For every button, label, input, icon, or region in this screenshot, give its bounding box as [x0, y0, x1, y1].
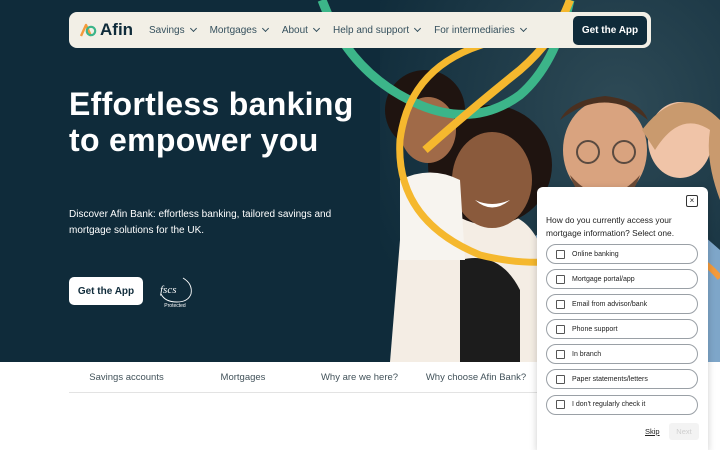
- chevron-down-icon: [414, 24, 422, 33]
- top-nav: Afin Savings Mortgages About Help and su…: [69, 12, 651, 48]
- afin-logo-icon: [79, 23, 97, 37]
- chevron-down-icon: [189, 24, 197, 33]
- survey-option-label: Paper statements/letters: [572, 375, 648, 383]
- checkbox-icon[interactable]: [556, 249, 565, 259]
- nav-item-label: For intermediaries: [434, 24, 515, 36]
- get-the-app-hero-button[interactable]: Get the App: [69, 277, 143, 305]
- checkbox-icon[interactable]: [556, 299, 565, 309]
- survey-option-label: Phone support: [572, 325, 618, 333]
- checkbox-icon[interactable]: [556, 374, 565, 384]
- close-icon[interactable]: ×: [686, 195, 698, 207]
- survey-question: How do you currently access your mortgag…: [546, 215, 675, 238]
- nav-menu: Savings Mortgages About Help and support…: [149, 25, 573, 36]
- fscs-protected-label: Protected: [164, 303, 186, 309]
- skip-link[interactable]: Skip: [645, 427, 660, 436]
- subnav-item-why-are-we-here[interactable]: Why are we here?: [302, 362, 417, 392]
- survey-option-label: Mortgage portal/app: [572, 275, 635, 283]
- subnav-item-mortgages[interactable]: Mortgages: [184, 362, 302, 392]
- checkbox-icon[interactable]: [556, 324, 565, 334]
- survey-option-in-branch[interactable]: In branch: [546, 344, 698, 365]
- nav-item-about[interactable]: About: [281, 24, 321, 36]
- nav-item-label: About: [281, 24, 308, 36]
- subnav-item-savings-accounts[interactable]: Savings accounts: [69, 362, 184, 392]
- get-the-app-nav-button[interactable]: Get the App: [573, 15, 647, 45]
- nav-item-label: Mortgages: [209, 24, 257, 36]
- survey-option-label: Email from advisor/bank: [572, 300, 648, 308]
- nav-item-label: Savings: [149, 24, 185, 36]
- nav-item-label: Help and support: [332, 24, 410, 36]
- next-button[interactable]: Next: [669, 423, 699, 440]
- survey-popup: × How do you currently access your mortg…: [537, 187, 708, 450]
- survey-option-email-advisor[interactable]: Email from advisor/bank: [546, 294, 698, 315]
- chevron-down-icon: [312, 24, 321, 33]
- survey-option-label: I don't regularly check it: [572, 401, 646, 409]
- survey-options: Online banking Mortgage portal/app Email…: [546, 244, 698, 420]
- survey-option-mortgage-portal[interactable]: Mortgage portal/app: [546, 269, 698, 290]
- logo-text: Afin: [100, 20, 134, 39]
- subnav-item-why-choose-afin[interactable]: Why choose Afin Bank?: [417, 362, 535, 392]
- survey-option-dont-check[interactable]: I don't regularly check it: [546, 394, 698, 415]
- chevron-down-icon: [519, 24, 527, 33]
- survey-option-paper-statements[interactable]: Paper statements/letters: [546, 369, 698, 390]
- nav-item-savings[interactable]: Savings: [149, 24, 197, 36]
- hero-subtitle: Discover Afin Bank: effortless banking, …: [69, 209, 332, 236]
- checkbox-icon[interactable]: [556, 274, 565, 284]
- fscs-badge-text: fscs: [160, 284, 177, 296]
- logo[interactable]: Afin: [79, 20, 139, 40]
- hero-title: Effortless banking to empower you: [69, 86, 354, 158]
- nav-item-mortgages[interactable]: Mortgages: [209, 24, 269, 36]
- section-subnav: Savings accounts Mortgages Why are we he…: [69, 362, 539, 393]
- survey-option-label: In branch: [572, 350, 602, 358]
- checkbox-icon[interactable]: [556, 400, 565, 410]
- chevron-down-icon: [261, 24, 269, 33]
- nav-item-for-intermediaries[interactable]: For intermediaries: [434, 24, 527, 36]
- survey-option-label: Online banking: [572, 250, 619, 258]
- survey-option-online-banking[interactable]: Online banking: [546, 244, 698, 264]
- nav-item-help-and-support[interactable]: Help and support: [332, 24, 422, 36]
- survey-option-phone-support[interactable]: Phone support: [546, 319, 698, 340]
- checkbox-icon[interactable]: [556, 349, 565, 359]
